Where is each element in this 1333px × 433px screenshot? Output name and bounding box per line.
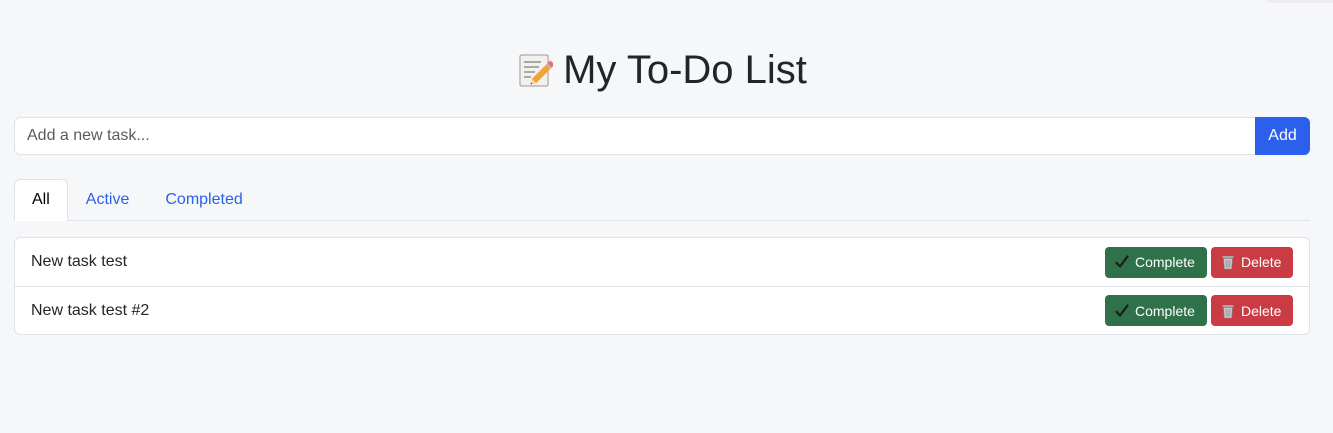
tab-completed[interactable]: Completed <box>147 179 260 221</box>
new-task-input[interactable] <box>14 117 1255 155</box>
task-actions: Complete Delete <box>1105 246 1293 278</box>
task-text: New task test <box>31 253 128 270</box>
delete-label: Delete <box>1241 254 1282 270</box>
app-container: My To-Do List Add All Active Completed N… <box>14 0 1310 335</box>
check-icon <box>1114 303 1130 319</box>
complete-label: Complete <box>1135 302 1195 319</box>
complete-button[interactable]: Complete <box>1105 295 1207 326</box>
delete-label: Delete <box>1241 302 1282 319</box>
add-task-form: Add <box>14 117 1310 155</box>
task-row: New task test #2 Complete Delete <box>15 286 1309 334</box>
task-actions: Complete Delete <box>1105 295 1293 326</box>
page-title: My To-Do List <box>14 47 1310 93</box>
tab-active[interactable]: Active <box>68 179 148 221</box>
delete-button[interactable]: Delete <box>1211 295 1293 326</box>
task-text: New task test #2 <box>31 301 150 319</box>
page-title-text: My To-Do List <box>563 47 807 92</box>
tab-all[interactable]: All <box>14 179 68 221</box>
delete-button[interactable]: Delete <box>1211 246 1293 278</box>
filter-tabs: All Active Completed <box>14 179 1310 221</box>
check-icon <box>1114 254 1130 270</box>
add-button[interactable]: Add <box>1255 117 1310 155</box>
task-list: New task test Complete Delete New task t… <box>14 237 1310 335</box>
task-row: New task test Complete Delete <box>15 238 1309 286</box>
complete-button[interactable]: Complete <box>1105 246 1207 278</box>
trash-icon <box>1220 303 1236 319</box>
memo-pencil-icon <box>517 52 554 88</box>
trash-icon <box>1220 254 1236 270</box>
complete-label: Complete <box>1135 254 1195 270</box>
